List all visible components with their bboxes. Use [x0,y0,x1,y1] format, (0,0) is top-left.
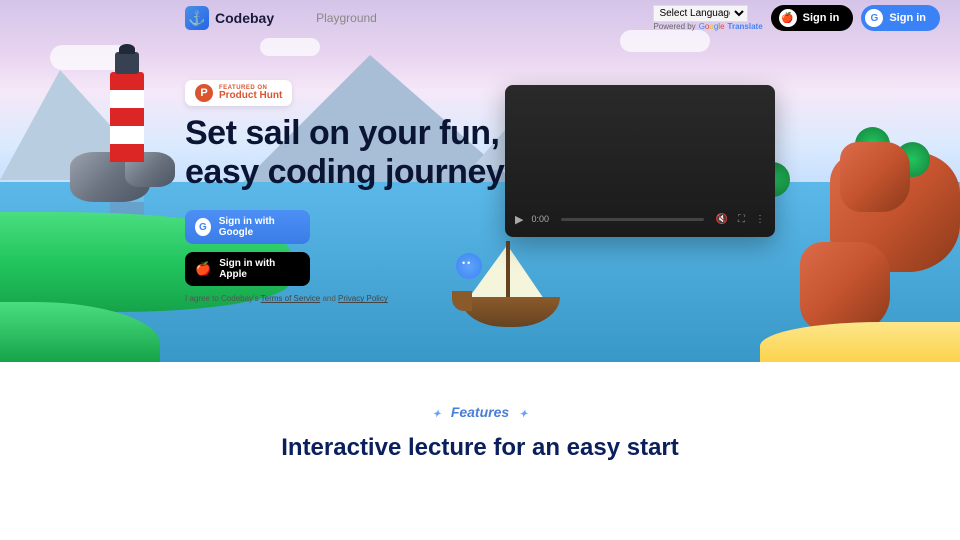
terms-text: I agree to Codebay's Terms of Service an… [185,294,515,303]
powered-by-label: Powered by Google Translate [653,22,762,31]
google-icon: G [865,9,883,27]
features-label: Features [410,402,549,422]
video-progress-bar[interactable] [561,218,704,221]
brand-logo[interactable]: ⚓ Codebay [185,6,274,30]
logo-icon: ⚓ [185,6,209,30]
google-icon: G [195,218,211,236]
signin-apple-button[interactable]: 🍎 Sign in with Apple [185,252,310,286]
cloud-decoration [260,38,320,56]
more-icon[interactable]: ⋮ [755,214,765,225]
signin-google-header[interactable]: G Sign in [861,5,940,31]
video-controls: ▶ 0:00 🔇 ⛶ ⋮ [515,209,765,229]
volume-icon[interactable]: 🔇 [716,214,728,225]
header-bar: ⚓ Codebay Playground Select Language Pow… [0,0,960,36]
video-time: 0:00 [531,214,549,224]
hero-section: P FEATURED ON Product Hunt Set sail on y… [0,0,960,362]
features-section: Features Interactive lecture for an easy… [0,362,960,462]
signin-google-button[interactable]: G Sign in with Google [185,210,310,244]
product-hunt-badge[interactable]: P FEATURED ON Product Hunt [185,80,292,106]
header-right: Select Language Powered by Google Transl… [653,5,940,31]
signin-apple-header[interactable]: 🍎 Sign in [771,5,854,31]
apple-icon: 🍎 [195,261,211,277]
terms-link[interactable]: Terms of Service [261,294,321,303]
hero-video-player[interactable]: ▶ 0:00 🔇 ⛶ ⋮ [505,85,775,237]
language-widget: Select Language Powered by Google Transl… [653,5,762,31]
apple-icon: 🍎 [779,9,797,27]
language-select[interactable]: Select Language [653,5,748,22]
ph-name-label: Product Hunt [219,91,282,101]
product-hunt-icon: P [195,84,213,102]
lighthouse-decoration [110,52,144,162]
features-heading: Interactive lecture for an easy start [0,434,960,462]
hero-content: P FEATURED ON Product Hunt Set sail on y… [185,80,515,303]
brand-name: Codebay [215,10,274,26]
auth-buttons: G Sign in with Google 🍎 Sign in with App… [185,210,515,286]
fullscreen-icon[interactable]: ⛶ [738,214,745,225]
google-micro-logo: Google [699,22,725,31]
hero-headline: Set sail on your fun, easy coding journe… [185,114,515,192]
play-icon[interactable]: ▶ [515,213,523,226]
privacy-link[interactable]: Privacy Policy [338,294,388,303]
nav-playground[interactable]: Playground [316,11,377,25]
